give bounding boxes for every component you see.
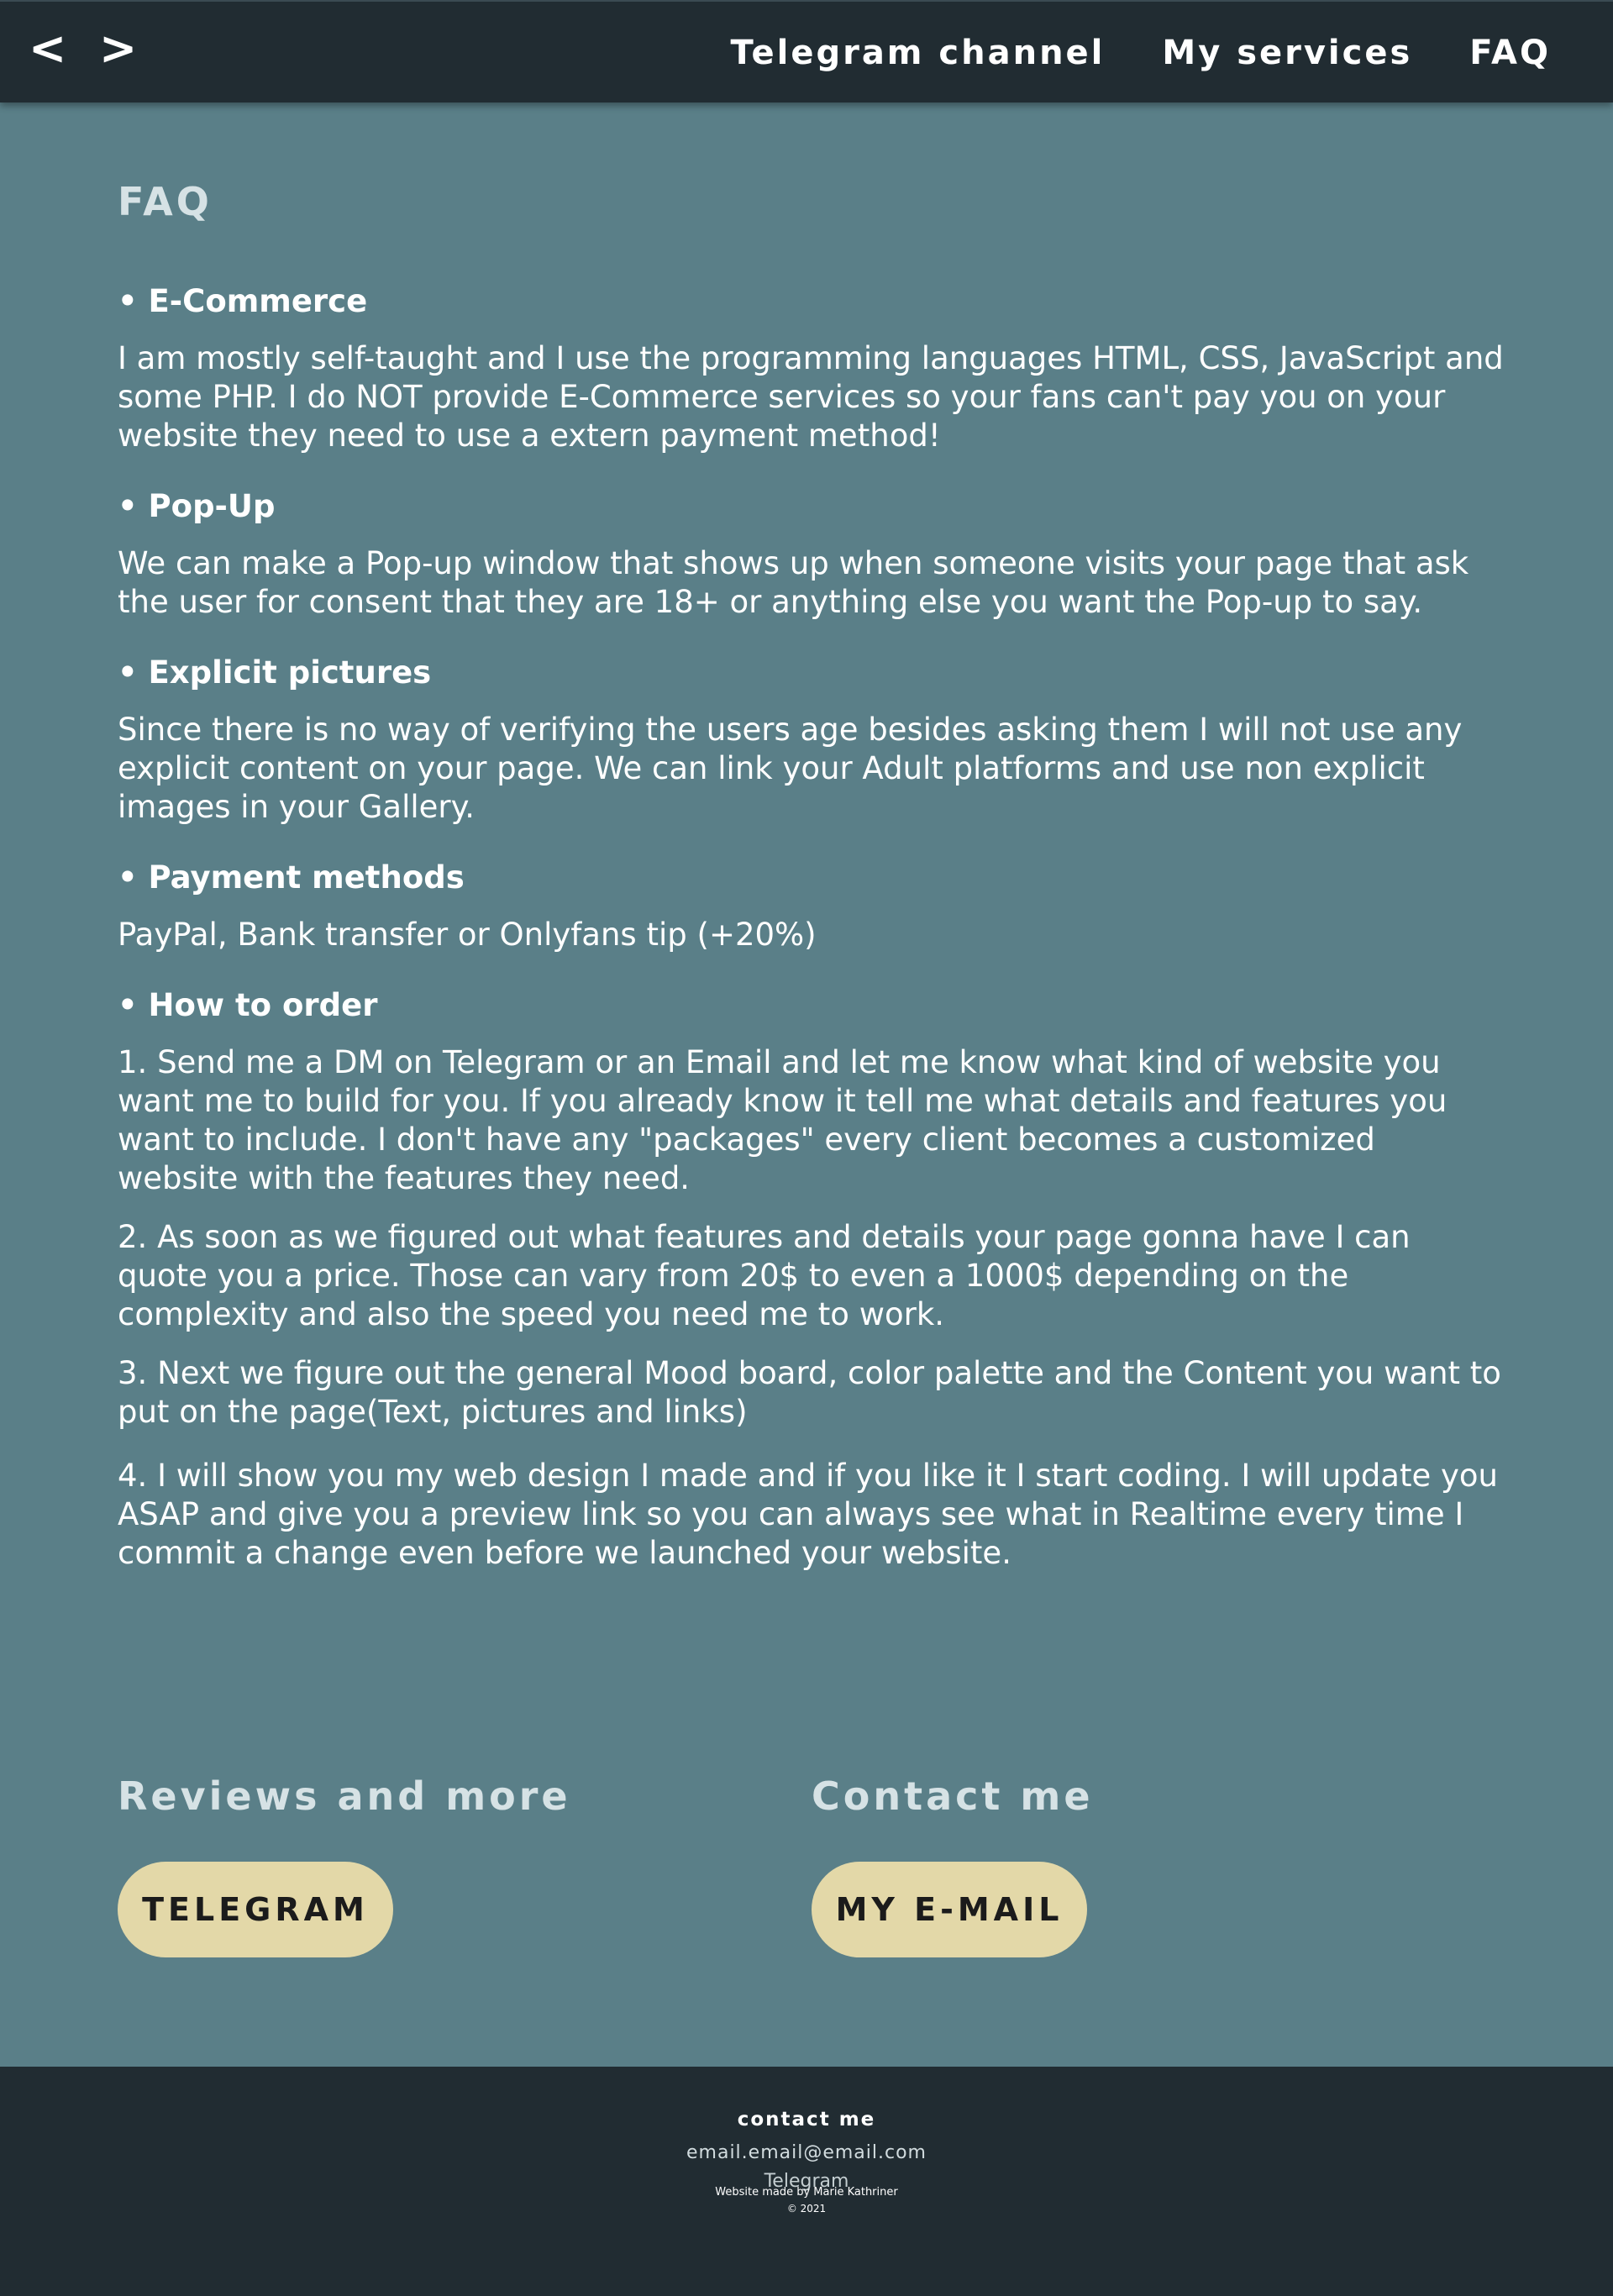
telegram-button[interactable]: TELEGRAM bbox=[118, 1862, 393, 1957]
top-navigation-bar: < > Telegram channel My services FAQ bbox=[0, 0, 1613, 102]
footer-credit: Website made by Marie Kathriner bbox=[715, 2186, 898, 2199]
nav-my-services[interactable]: My services bbox=[1162, 30, 1412, 76]
faq-question: • Explicit pictures bbox=[118, 654, 432, 691]
order-step-2: 2. As soon as we figured out what featur… bbox=[118, 1219, 1411, 1332]
faq-item-explicit-pictures: • Explicit pictures Since there is no wa… bbox=[118, 650, 1504, 827]
faq-question: • Pop-Up bbox=[118, 488, 276, 524]
faq-question: • Payment methods bbox=[118, 859, 465, 896]
order-step-1: 1. Send me a DM on Telegram or an Email … bbox=[118, 1044, 1447, 1196]
faq-title: FAQ bbox=[118, 179, 213, 224]
faq-answer: PayPal, Bank transfer or Onlyfans tip (+… bbox=[118, 917, 817, 953]
order-step-3: 3. Next we figure out the general Mood b… bbox=[118, 1355, 1501, 1430]
footer-heading: contact me bbox=[737, 2109, 876, 2130]
logo-code-brackets-icon[interactable]: < > bbox=[29, 22, 145, 76]
nav-telegram-channel[interactable]: Telegram channel bbox=[731, 30, 1106, 76]
footer: contact me email.email@email.com Telegra… bbox=[0, 2067, 1613, 2296]
email-button[interactable]: MY E-MAIL bbox=[812, 1862, 1087, 1957]
contact-title: Contact me bbox=[812, 1773, 1094, 1819]
faq-item-payment-methods: • Payment methods PayPal, Bank transfer … bbox=[118, 855, 1504, 954]
faq-item-popup: • Pop-Up We can make a Pop-up window tha… bbox=[118, 484, 1504, 622]
faq-answer: I am mostly self-taught and I use the pr… bbox=[118, 340, 1504, 454]
nav-faq[interactable]: FAQ bbox=[1469, 30, 1551, 76]
main-nav: Telegram channel My services FAQ bbox=[731, 30, 1551, 76]
order-step-4: 4. I will show you my web design I made … bbox=[118, 1458, 1498, 1571]
faq-question: • How to order bbox=[118, 987, 378, 1023]
reviews-title: Reviews and more bbox=[118, 1773, 571, 1819]
faq-item-ecommerce: • E-Commerce I am mostly self-taught and… bbox=[118, 279, 1504, 455]
faq-answer: We can make a Pop-up window that shows u… bbox=[118, 545, 1469, 620]
faq-section: • E-Commerce I am mostly self-taught and… bbox=[118, 279, 1504, 1598]
faq-answer: Since there is no way of verifying the u… bbox=[118, 712, 1463, 825]
faq-item-how-to-order: • How to order 1. Send me a DM on Telegr… bbox=[118, 983, 1504, 1573]
footer-email-link[interactable]: email.email@email.com bbox=[0, 2142, 1613, 2163]
footer-copyright: © 2021 bbox=[786, 2203, 827, 2215]
faq-question: • E-Commerce bbox=[118, 283, 368, 319]
